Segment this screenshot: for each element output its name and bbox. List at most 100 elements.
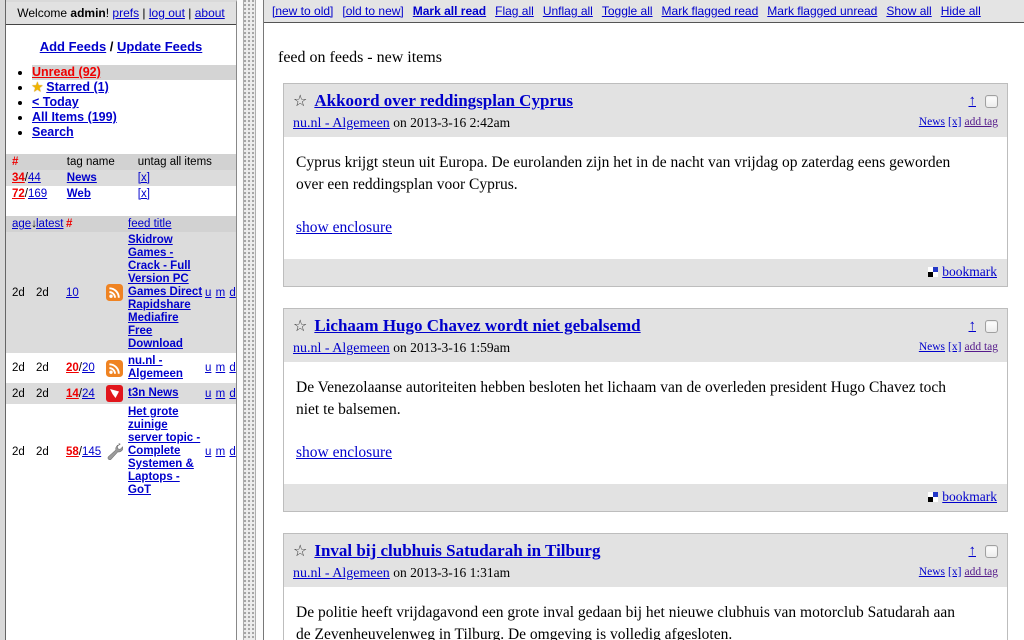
feed-unread-action[interactable]: u [205,388,211,400]
separator: | [185,6,195,20]
feed-age: 2d [12,287,36,299]
article-feed-link[interactable]: nu.nl - Algemeen [293,116,390,131]
scroll-top-arrow-icon[interactable]: ↑ [969,543,977,559]
feed-unread-action[interactable]: u [205,446,211,458]
add-feeds-link[interactable]: Add Feeds [40,39,106,54]
logout-link[interactable]: log out [149,6,185,20]
feed-title-link[interactable]: Skidrow Games - Crack - Full Version PC … [128,234,202,350]
article-feed-link[interactable]: nu.nl - Algemeen [293,566,390,581]
article-text: De politie heeft vrijdagavond een grote … [296,602,967,640]
update-feeds-link[interactable]: Update Feeds [117,39,202,54]
add-tag-link[interactable]: add tag [964,116,998,128]
article-item: ☆ Inval bij clubhuis Satudarah in Tilbur… [283,533,1008,640]
mark-flagged-read-link[interactable]: Mark flagged read [662,4,759,18]
toggle-all-link[interactable]: Toggle all [602,4,653,18]
tag-link[interactable]: News [67,172,97,184]
feed-row-got: 2d 2d 58/145 Het grote zuinige server to… [6,404,236,499]
article-untag-link[interactable]: [x] [948,566,961,578]
flag-all-link[interactable]: Flag all [495,4,534,18]
feed-title-link[interactable]: Het grote zuinige server topic - Complet… [128,406,200,496]
feed-counts: 14/24 [66,388,106,400]
sidebar-nav: Unread (92) ★ Starred (1) < Today All It… [32,65,236,140]
article-date: on 2013-3-16 1:31am [393,565,510,580]
tag-total-count[interactable]: 169 [28,188,47,200]
feed-mark-action[interactable]: m [216,362,226,374]
article-untag-link[interactable]: [x] [948,341,961,353]
article-title-link[interactable]: Akkoord over reddingsplan Cyprus [314,91,573,111]
all-items-link[interactable]: All Items (199) [32,110,117,124]
feed-title-link[interactable]: nu.nl - Algemeen [128,355,183,380]
starred-link[interactable]: Starred (1) [46,80,109,94]
untag-link[interactable]: [x] [138,188,150,200]
tag-total-count[interactable]: 44 [28,172,41,184]
add-tag-link[interactable]: add tag [964,341,998,353]
show-enclosure-link[interactable]: show enclosure [296,217,392,239]
article-tag-link[interactable]: News [919,566,945,578]
prefs-link[interactable]: prefs [112,6,139,20]
sort-new-to-old-link[interactable]: [new to old] [272,4,333,18]
feed-delete-action[interactable]: d [229,287,235,299]
article-title-link[interactable]: Lichaam Hugo Chavez wordt niet gebalsemd [314,316,640,336]
show-all-link[interactable]: Show all [886,4,931,18]
feed-mark-action[interactable]: m [216,446,226,458]
feed-row-t3n: 2d 2d 14/24 t3n News u m d [6,383,236,404]
feed-delete-action[interactable]: d [229,388,235,400]
sidebar-item-all: All Items (199) [32,110,236,125]
article-tag-link[interactable]: News [919,116,945,128]
scroll-top-arrow-icon[interactable]: ↑ [969,93,977,109]
article-title-link[interactable]: Inval bij clubhuis Satudarah in Tilburg [314,541,600,561]
article-untag-link[interactable]: [x] [948,116,961,128]
add-tag-link[interactable]: add tag [964,566,998,578]
sort-old-to-new-link[interactable]: [old to new] [342,4,403,18]
article-checkbox[interactable] [985,320,998,333]
tag-unread-count[interactable]: 34 [12,172,25,184]
search-link[interactable]: Search [32,125,74,139]
feed-total-count[interactable]: 24 [82,388,95,400]
feed-mark-action[interactable]: m [216,388,226,400]
feed-title-header[interactable]: feed title [128,218,204,230]
tag-link[interactable]: Web [67,188,91,200]
feed-title-cell: Het grote zuinige server topic - Complet… [128,406,204,497]
feed-delete-action[interactable]: d [229,362,235,374]
about-link[interactable]: about [195,6,225,20]
feed-unread-count[interactable]: 20 [66,362,79,374]
bookmark-link[interactable]: bookmark [942,489,997,504]
feed-unread-action[interactable]: u [205,287,211,299]
untag-link[interactable]: [x] [138,172,150,184]
star-toggle-icon[interactable]: ☆ [293,316,307,335]
show-enclosure-link[interactable]: show enclosure [296,442,392,464]
hide-all-link[interactable]: Hide all [941,4,981,18]
mark-all-read-link[interactable]: Mark all read [413,4,486,18]
feed-title-link[interactable]: t3n News [128,387,179,399]
feed-total-count[interactable]: 10 [66,287,79,299]
article-feed-line: nu.nl - Algemeen on 2013-3-16 1:31am [293,565,600,582]
article-checkbox[interactable] [985,545,998,558]
unflag-all-link[interactable]: Unflag all [543,4,593,18]
frame-resize-divider[interactable] [237,0,263,640]
star-toggle-icon[interactable]: ☆ [293,91,307,110]
feed-age: 2d [12,388,36,400]
star-toggle-icon[interactable]: ☆ [293,541,307,560]
latest-header[interactable]: latest [36,218,66,230]
feed-delete-action[interactable]: d [229,446,235,458]
article-feed-link[interactable]: nu.nl - Algemeen [293,341,390,356]
scroll-top-arrow-icon[interactable]: ↑ [969,318,977,334]
unread-link[interactable]: Unread (92) [32,65,101,79]
feed-total-count[interactable]: 145 [82,446,101,458]
article-checkbox[interactable] [985,95,998,108]
bookmark-link[interactable]: bookmark [942,264,997,279]
feed-unread-count[interactable]: 58 [66,446,79,458]
feed-mark-action[interactable]: m [216,287,226,299]
welcome-bar: Welcome admin! prefs | log out | about [6,2,236,25]
mark-flagged-unread-link[interactable]: Mark flagged unread [767,4,877,18]
today-link[interactable]: < Today [32,95,79,109]
feed-total-count[interactable]: 20 [82,362,95,374]
feed-actions: u m d [204,388,234,400]
article-text: De Venezolaanse autoriteiten hebben besl… [296,377,967,421]
feed-unread-action[interactable]: u [205,362,211,374]
age-sort-link[interactable]: age [12,218,31,230]
page-title: feed on feeds - new items [278,49,1008,67]
feed-unread-count[interactable]: 14 [66,388,79,400]
article-tag-link[interactable]: News [919,341,945,353]
tag-unread-count[interactable]: 72 [12,188,25,200]
